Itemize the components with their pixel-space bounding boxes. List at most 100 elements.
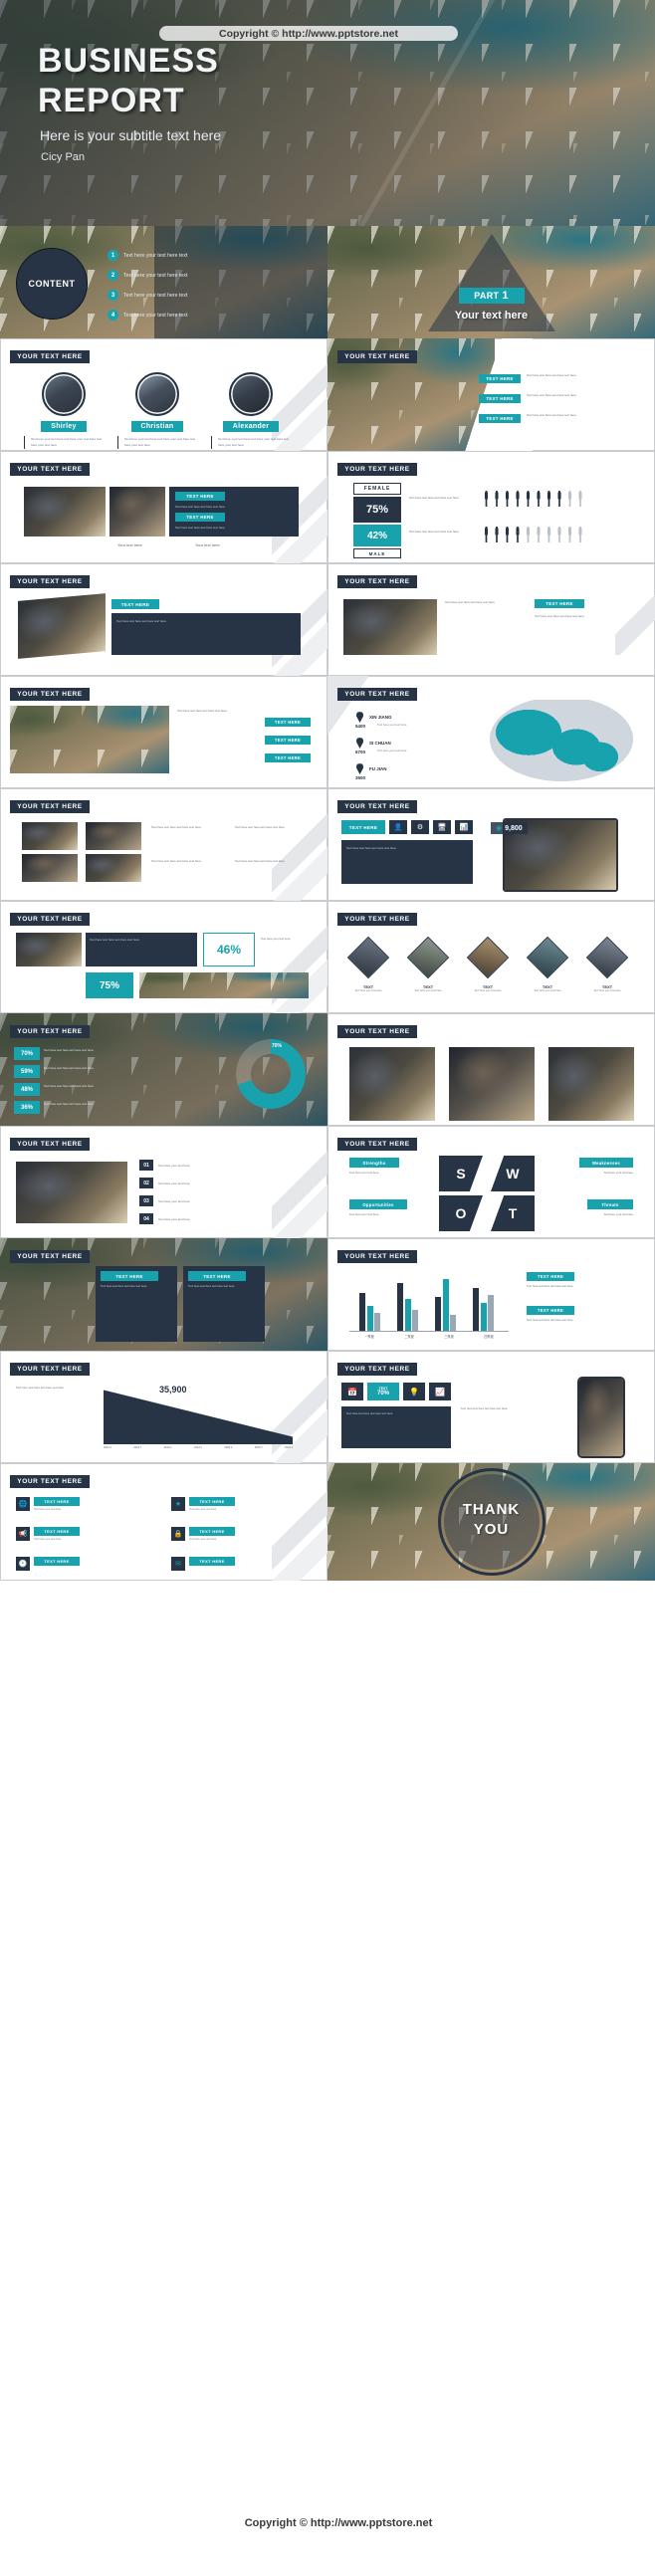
gallery-text: Text here text here text here text here — [175, 505, 225, 509]
slide-final-icons[interactable]: YOUR TEXT HERE 🌐 TEXT HERE Text here you… — [0, 1463, 328, 1581]
circle-card[interactable]: TEXT HERE Text here your text here — [449, 1047, 535, 1122]
desk-tag: TEXT HERE — [111, 599, 159, 609]
team-member[interactable]: Alexander Text here your text here text … — [211, 372, 291, 449]
team-member-name: Alexander — [223, 421, 279, 432]
numbered-badge: 04 — [139, 1213, 153, 1224]
numbered-row[interactable]: 03 Text here your text here — [139, 1195, 190, 1206]
final-icon-row[interactable]: ★ TEXT HERE Text here your text here — [171, 1497, 275, 1513]
slide-bar-chart[interactable]: YOUR TEXT HERE 一季度 二季度 三季度 四季度 TEXT HERE… — [328, 1238, 655, 1351]
slide-content[interactable]: CONTENT 1 Text here your text here text … — [0, 226, 328, 338]
phone-value: 70% — [376, 1391, 389, 1396]
slide-map[interactable]: YOUR TEXT HERE XIN JIANG 5400 Text here … — [328, 676, 655, 788]
slide-tablet[interactable]: YOUR TEXT HERE TEXT HERE 👤 ⚙ 🖥 📊 Text he… — [328, 788, 655, 901]
person-icon — [578, 527, 582, 542]
swot-text: Text here your text here — [349, 1171, 379, 1175]
map-region-row[interactable]: FU JIAN — [355, 763, 387, 774]
column-tag: TEXT HERE — [188, 1271, 246, 1281]
stats-photo — [16, 933, 82, 966]
slide-thank-you[interactable]: THANK YOU — [328, 1463, 655, 1581]
icon-diamond — [406, 936, 450, 979]
slide-header-tag: YOUR TEXT HERE — [10, 913, 90, 926]
slide-stats[interactable]: YOUR TEXT HERE Text here text here text … — [0, 901, 328, 1013]
slide-donut[interactable]: YOUR TEXT HERE 70% Text here text here t… — [0, 1013, 328, 1126]
slide-photo-text[interactable]: YOUR TEXT HERE Text here text here text … — [0, 676, 328, 788]
stats-text-panel: Text here text here text here text here — [86, 933, 197, 966]
slide-three-circles[interactable]: YOUR TEXT HERE TEXT HERE Text here your … — [328, 1013, 655, 1126]
desk-photo — [18, 593, 106, 659]
x-tick-label: 二季度 — [404, 1335, 414, 1339]
bar — [412, 1310, 418, 1331]
slide-steps[interactable]: YOUR TEXT HERE TEXT HERE Text here text … — [328, 338, 655, 451]
numbered-row[interactable]: 01 Text here your text here — [139, 1160, 190, 1171]
icon-column[interactable]: TEXT Text here your text here — [525, 936, 570, 994]
slide-gender[interactable]: YOUR TEXT HERE FEMALE 75% 42% MALE Text … — [328, 451, 655, 563]
icon-tile[interactable]: ⚙ — [411, 820, 429, 834]
circle-photo — [349, 1047, 435, 1122]
calendar-icon: 📅 — [347, 1387, 357, 1396]
slide-numbered[interactable]: YOUR TEXT HERE 01 Text here your text he… — [0, 1126, 328, 1238]
phone-text-panel: Text here text here text here text here — [341, 1406, 451, 1448]
swot-quadrant-label: Weaknesses — [579, 1158, 633, 1168]
list-item[interactable]: 2 Text here your text here text — [108, 270, 187, 281]
slide-desk-text[interactable]: YOUR TEXT HERE TEXT HERE Text here text … — [0, 563, 328, 676]
icon-tile[interactable]: 🖥 — [433, 820, 451, 834]
final-icon-row[interactable]: 🕐 TEXT HERE — [16, 1557, 80, 1571]
donut-bar-label: 70% — [14, 1047, 40, 1060]
gallery-caption: Your text here — [117, 542, 142, 547]
slide-four-photo[interactable]: YOUR TEXT HERE Text here text here text … — [0, 788, 328, 901]
slide-gallery[interactable]: YOUR TEXT HERE TEXT HERE Text here text … — [0, 451, 328, 563]
copyright-ribbon-top: Copyright © http://www.pptstore.net — [159, 26, 458, 41]
numbered-text: Text here your text here — [158, 1216, 190, 1221]
slide-header-tag: YOUR TEXT HERE — [10, 463, 90, 476]
icon-column[interactable]: TEXT Text here your text here — [405, 936, 451, 994]
map-region-value: 5400 — [355, 724, 366, 729]
slide-part-divider[interactable]: PART 1 Your text here — [328, 226, 655, 338]
icon-column[interactable]: TEXT Text here your text here — [584, 936, 630, 994]
list-item[interactable]: 1 Text here your text here text — [108, 250, 187, 261]
map-region-row[interactable]: SI CHUAN — [355, 738, 391, 749]
circle-card[interactable]: TEXT HERE Text here your text here — [349, 1047, 435, 1122]
icon-column[interactable]: TEXT Text here your text here — [465, 936, 511, 994]
final-icon-tag: TEXT HERE — [189, 1557, 235, 1566]
final-icon-row[interactable]: 📢 TEXT HERE Text here your text here — [16, 1527, 119, 1543]
numbered-row[interactable]: 02 Text here your text here — [139, 1178, 190, 1188]
team-member-desc: Text here your text here text here your … — [211, 436, 291, 449]
slide-columns[interactable]: YOUR TEXT HERE TEXT HERE Text here text … — [0, 1238, 328, 1351]
donut-bar-text: Text here text here text here text here — [44, 1084, 94, 1088]
gear-icon: ⚙ — [416, 824, 424, 831]
map-region-name: FU JIAN — [369, 766, 387, 771]
list-item[interactable]: 4 Text here your text here text — [108, 310, 187, 321]
icon-tile[interactable]: 📊 — [455, 820, 473, 834]
final-icon-row[interactable]: 🌐 TEXT HERE Text here your text here — [16, 1497, 119, 1513]
team-member[interactable]: Shirley Text here your text here text he… — [24, 372, 104, 449]
slide-phone[interactable]: YOUR TEXT HERE 📅 TEXT 70% 💡 📈 Text here … — [328, 1351, 655, 1463]
slide-title[interactable]: BUSINESS REPORT Here is your subtitle te… — [0, 0, 655, 226]
slide-swot[interactable]: YOUR TEXT HERE Strengths Text here your … — [328, 1126, 655, 1238]
final-icon-row[interactable]: 🔒 TEXT HERE Text here your text here — [171, 1527, 275, 1543]
list-item[interactable]: 3 Text here your text here text — [108, 290, 187, 301]
title-author: Cicy Pan — [41, 151, 86, 163]
circle-card[interactable]: TEXT HERE Text here your text here — [548, 1047, 634, 1122]
team-member[interactable]: Christian Text here your text here text … — [117, 372, 197, 449]
gallery-text: Text here text here text here text here — [175, 526, 225, 530]
numbered-row[interactable]: 04 Text here your text here — [139, 1213, 190, 1224]
swot-letter-w: W — [491, 1156, 535, 1191]
person-icon — [526, 527, 531, 542]
column-text: Text here text here text here text here — [188, 1284, 235, 1288]
chart-icon: 📊 — [459, 824, 469, 831]
icon-tile[interactable]: 👤 — [389, 820, 407, 834]
map-region-row[interactable]: XIN JIANG — [355, 712, 392, 723]
phone-icon-tile[interactable]: 💡 — [403, 1383, 425, 1400]
final-icon-row[interactable]: ✉ TEXT HERE — [171, 1557, 235, 1571]
circle-photo — [548, 1047, 634, 1122]
slide-area-chart[interactable]: YOUR TEXT HERE Text here text here text … — [0, 1351, 328, 1463]
icon-column[interactable]: TEXT Text here your text here — [345, 936, 391, 994]
slide-team[interactable]: YOUR TEXT HERE Shirley Text here your te… — [0, 338, 328, 451]
female-value-box: 75% — [353, 497, 401, 523]
phone-icon-tile[interactable]: 📈 — [429, 1383, 451, 1400]
team-member-desc: Text here your text here text here your … — [117, 436, 197, 449]
phone-icon-tile[interactable]: 📅 — [341, 1383, 363, 1400]
slide-icon-row[interactable]: YOUR TEXT HERE TEXT Text here your text … — [328, 901, 655, 1013]
slide-laptop-text[interactable]: YOUR TEXT HERE Text here text here text … — [328, 563, 655, 676]
user-icon: 👤 — [393, 824, 403, 831]
